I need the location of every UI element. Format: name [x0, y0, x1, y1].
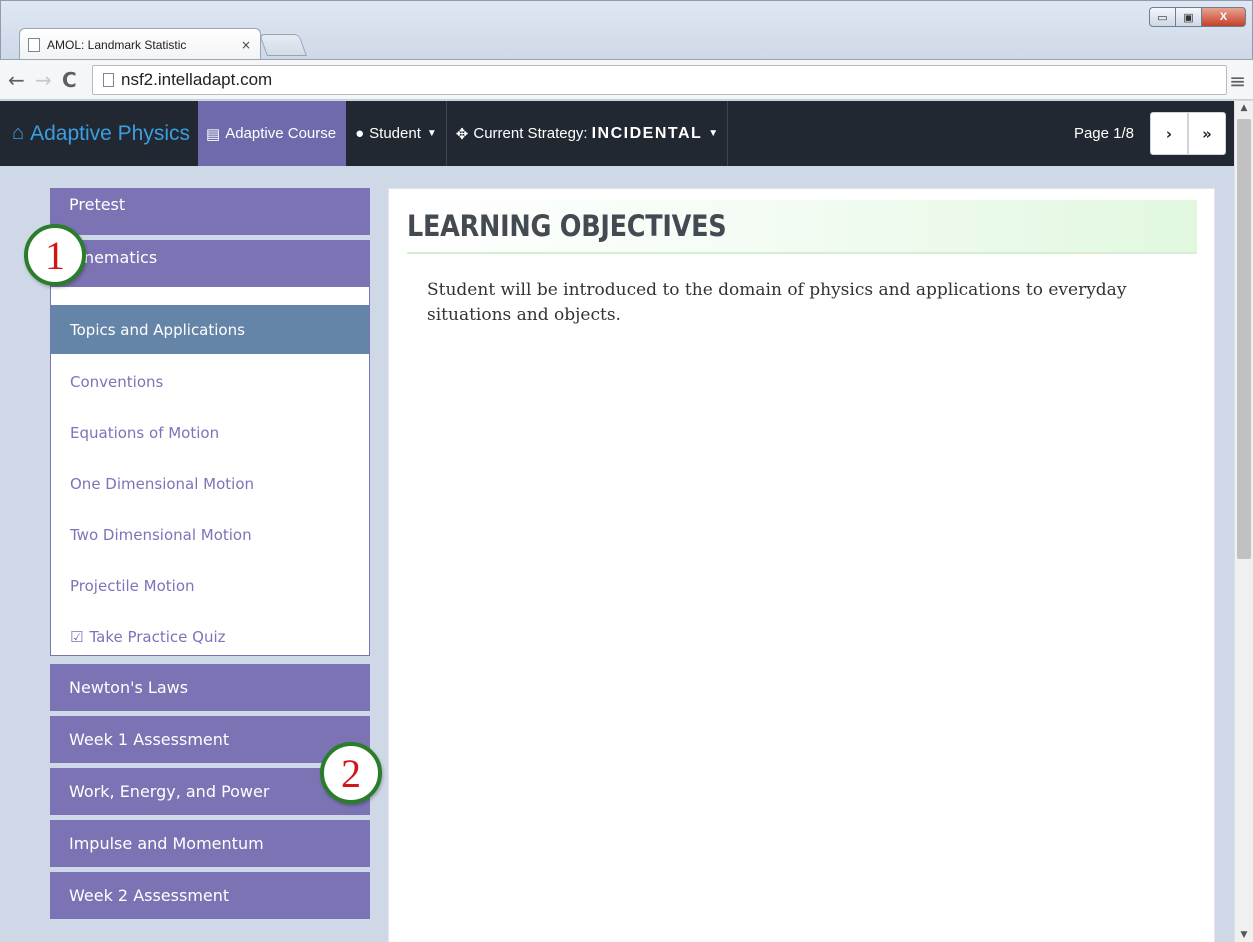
- content-panel: LEARNING OBJECTIVES Student will be intr…: [388, 188, 1215, 942]
- section-newtons-laws[interactable]: Newton's Laws: [50, 664, 370, 711]
- last-page-button[interactable]: »: [1188, 112, 1226, 155]
- app-navbar: ⌂ Adaptive Physics ▤ Adaptive Course ● S…: [0, 101, 1234, 166]
- next-page-button[interactable]: ›: [1150, 112, 1188, 155]
- learning-objective-text: Student will be introduced to the domain…: [427, 280, 1127, 325]
- move-icon: ✥: [455, 125, 469, 143]
- quiz-label: Take Practice Quiz: [89, 627, 226, 646]
- new-tab-button[interactable]: [258, 34, 308, 56]
- url-text[interactable]: nsf2.intelladapt.com: [121, 70, 272, 90]
- section-label: Pretest: [69, 195, 126, 214]
- callout-marker-2: 2: [320, 742, 382, 804]
- maximize-button[interactable]: ▣: [1176, 7, 1202, 27]
- callout-marker-1: 1: [24, 224, 86, 286]
- strategy-label: Current Strategy:: [473, 125, 588, 142]
- strategy-value: INCIDENTAL: [591, 124, 703, 142]
- address-bar[interactable]: nsf2.intelladapt.com: [92, 65, 1227, 95]
- browser-toolbar: ← → C nsf2.intelladapt.com ≡: [0, 59, 1253, 100]
- submenu-item-one-dimensional-motion[interactable]: One Dimensional Motion: [51, 458, 369, 509]
- brand-label: Adaptive Physics: [30, 121, 191, 145]
- tab-close-icon[interactable]: ×: [241, 38, 251, 52]
- page-indicator: Page 1/8: [1073, 125, 1134, 142]
- home-icon: ⌂: [12, 122, 25, 144]
- tab-title: AMOL: Landmark Statistic: [47, 37, 187, 52]
- menu-icon[interactable]: ≡: [1229, 69, 1246, 93]
- nav-adaptive-course[interactable]: ▤ Adaptive Course: [198, 101, 347, 166]
- scroll-up-arrow-icon[interactable]: ▲: [1235, 103, 1253, 113]
- nav-course-label: Adaptive Course: [225, 125, 337, 142]
- forward-arrow-icon[interactable]: →: [35, 68, 52, 92]
- submenu-item-conventions[interactable]: Conventions: [51, 356, 369, 407]
- checkbox-icon: ☑: [70, 627, 84, 646]
- submenu-item-two-dimensional-motion[interactable]: Two Dimensional Motion: [51, 509, 369, 560]
- section-week-1-assessment[interactable]: Week 1 Assessment: [50, 716, 370, 763]
- nav-student-dropdown[interactable]: ● Student ▼: [346, 101, 447, 166]
- back-arrow-icon[interactable]: ←: [8, 68, 25, 92]
- page-icon: [103, 73, 114, 87]
- scrollbar-thumb[interactable]: [1237, 119, 1251, 559]
- course-sidebar: Pretest Kinematics Topics and Applicatio…: [50, 188, 370, 924]
- section-kinematics[interactable]: Kinematics: [50, 240, 370, 287]
- window-controls: ▭ ▣ X: [1149, 7, 1246, 27]
- page-title: LEARNING OBJECTIVES: [407, 209, 727, 243]
- kinematics-submenu: Topics and Applications Conventions Equa…: [50, 287, 370, 656]
- close-window-button[interactable]: X: [1202, 7, 1246, 27]
- minimize-button[interactable]: ▭: [1149, 7, 1176, 27]
- browser-tab[interactable]: AMOL: Landmark Statistic ×: [19, 28, 261, 60]
- nav-strategy-dropdown[interactable]: ✥ Current Strategy: INCIDENTAL ▼: [447, 101, 729, 166]
- section-pretest[interactable]: Pretest: [50, 188, 370, 235]
- submenu-item-topics-and-applications[interactable]: Topics and Applications: [51, 305, 369, 354]
- section-week-2-assessment[interactable]: Week 2 Assessment: [50, 872, 370, 919]
- submenu-item-take-practice-quiz[interactable]: ☑ Take Practice Quiz: [51, 611, 369, 662]
- nav-student-label: Student: [369, 125, 421, 142]
- chevron-right-icon: ›: [1165, 124, 1173, 143]
- brand-link[interactable]: ⌂ Adaptive Physics: [0, 101, 198, 166]
- fast-forward-icon: »: [1202, 124, 1212, 143]
- caret-down-icon: ▼: [426, 128, 437, 139]
- page-icon: [28, 37, 40, 52]
- scroll-down-arrow-icon[interactable]: ▼: [1235, 930, 1253, 940]
- section-impulse-momentum[interactable]: Impulse and Momentum: [50, 820, 370, 867]
- submenu-item-equations-of-motion[interactable]: Equations of Motion: [51, 407, 369, 458]
- reload-icon[interactable]: C: [62, 68, 77, 92]
- user-icon: ●: [355, 125, 365, 142]
- caret-down-icon: ▼: [708, 128, 719, 139]
- browser-titlebar: AMOL: Landmark Statistic × ▭ ▣ X: [0, 0, 1253, 64]
- navbar-spacer: [728, 101, 1074, 166]
- submenu-item-projectile-motion[interactable]: Projectile Motion: [51, 560, 369, 611]
- page-scrollbar[interactable]: ▲ ▼: [1234, 101, 1253, 942]
- learning-objectives-banner: LEARNING OBJECTIVES: [407, 200, 1197, 254]
- briefcase-icon: ▤: [206, 125, 221, 143]
